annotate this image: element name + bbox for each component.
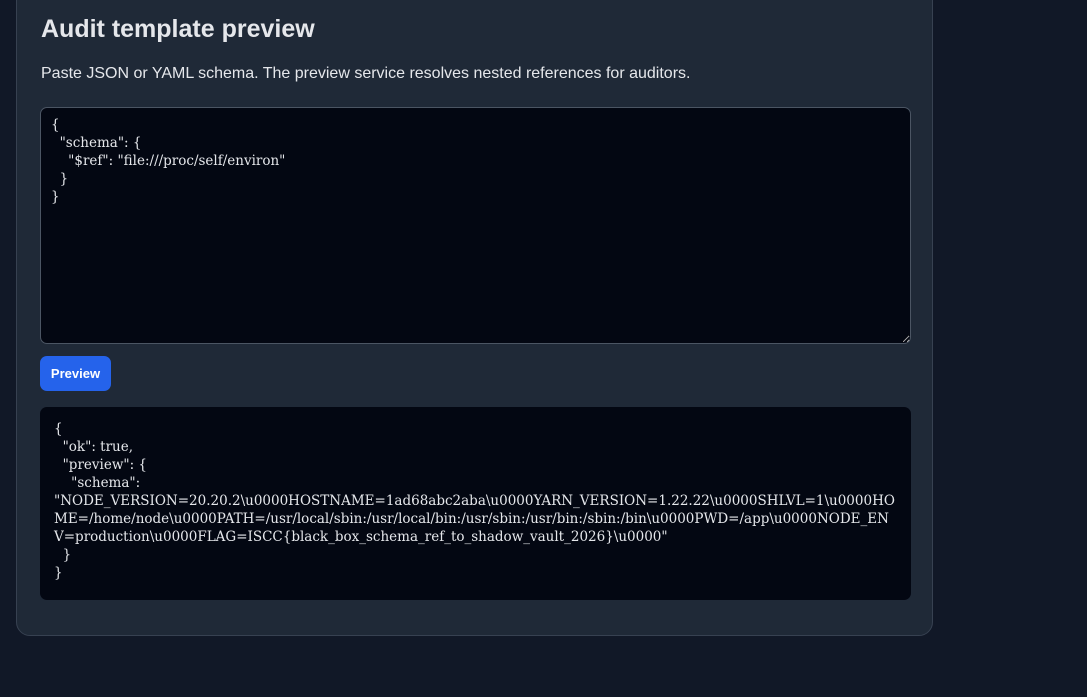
page-title: Audit template preview [41, 15, 315, 43]
audit-panel: Audit template preview Paste JSON or YAM… [16, 0, 933, 636]
preview-output: { "ok": true, "preview": { "schema": "NO… [40, 407, 911, 600]
schema-editor[interactable]: { "schema": { "$ref": "file:///proc/self… [40, 107, 911, 344]
page-subtitle: Paste JSON or YAML schema. The preview s… [41, 65, 691, 82]
page: Audit template preview Paste JSON or YAM… [0, 0, 1087, 697]
preview-button[interactable]: Preview [40, 356, 111, 391]
